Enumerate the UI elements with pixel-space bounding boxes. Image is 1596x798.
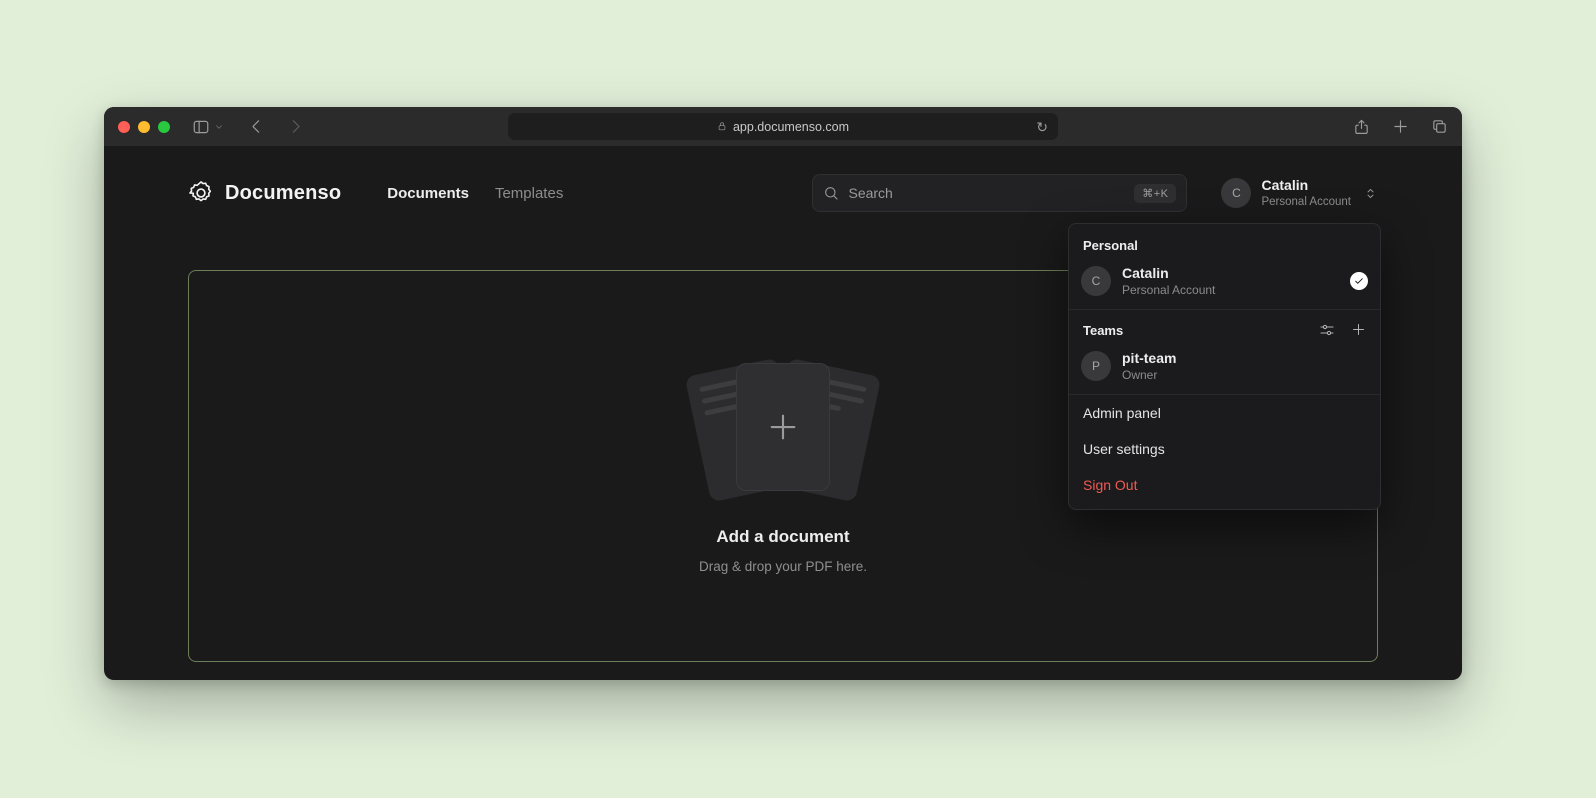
zoom-window-button[interactable] [158,121,170,133]
personal-avatar: C [1081,266,1111,296]
personal-account-item[interactable]: C Catalin Personal Account [1069,261,1380,309]
menu-item-sign-out[interactable]: Sign Out [1069,467,1380,503]
forward-button-icon[interactable] [287,118,304,135]
search-input[interactable]: Search ⌘+K [812,174,1187,212]
main-nav: Documents Templates [387,185,563,202]
chevron-up-down-icon [1363,186,1378,201]
share-icon[interactable] [1353,118,1370,136]
back-button-icon[interactable] [248,118,265,135]
app-header: Documenso Documents Templates Search ⌘+K… [104,146,1462,212]
menu-item-user-settings[interactable]: User settings [1069,431,1380,467]
dropzone-subtitle: Drag & drop your PDF here. [699,559,867,574]
stacked-documents-illustration [673,363,893,495]
search-shortcut-badge: ⌘+K [1134,184,1176,203]
personal-name: Catalin [1122,265,1215,281]
brand-title: Documenso [225,182,341,205]
brand[interactable]: Documenso [188,180,341,206]
url-text: app.documenso.com [733,120,849,134]
dropzone-title: Add a document [716,527,849,547]
account-role: Personal Account [1261,195,1351,209]
close-window-button[interactable] [118,121,130,133]
account-name: Catalin [1261,177,1351,195]
nav-item-templates[interactable]: Templates [495,185,563,202]
team-avatar: P [1081,351,1111,381]
document-card-center [736,363,830,491]
search-placeholder: Search [848,185,892,201]
team-role: Owner [1122,368,1176,382]
manage-teams-icon[interactable] [1319,322,1335,338]
documenso-logo-icon [188,180,214,206]
minimize-window-button[interactable] [138,121,150,133]
browser-toolbar: app.documenso.com ↻ [104,107,1462,146]
address-bar[interactable]: app.documenso.com ↻ [508,113,1058,140]
nav-item-documents[interactable]: Documents [387,185,469,202]
menu-item-admin-panel[interactable]: Admin panel [1069,395,1380,431]
team-item[interactable]: P pit-team Owner [1069,346,1380,394]
teams-section-label: Teams [1083,323,1123,338]
sidebar-chevron-icon[interactable] [214,122,224,132]
add-team-icon[interactable] [1351,322,1366,338]
account-dropdown-menu: Personal C Catalin Personal Account Team… [1068,223,1381,510]
avatar: C [1221,178,1251,208]
tab-overview-icon[interactable] [1431,118,1448,135]
selected-check-icon [1350,272,1368,290]
personal-section-label: Personal [1069,224,1380,261]
team-name: pit-team [1122,350,1176,366]
lock-icon [717,121,727,132]
search-icon [823,185,839,201]
personal-role: Personal Account [1122,283,1215,297]
traffic-lights [118,121,170,133]
add-document-plus-icon [766,410,800,444]
account-menu-trigger[interactable]: C Catalin Personal Account [1221,177,1378,209]
new-tab-icon[interactable] [1392,118,1409,135]
sidebar-toggle-icon[interactable] [192,118,210,136]
refresh-icon[interactable]: ↻ [1036,120,1048,134]
browser-window: app.documenso.com ↻ Documenso [104,107,1462,680]
